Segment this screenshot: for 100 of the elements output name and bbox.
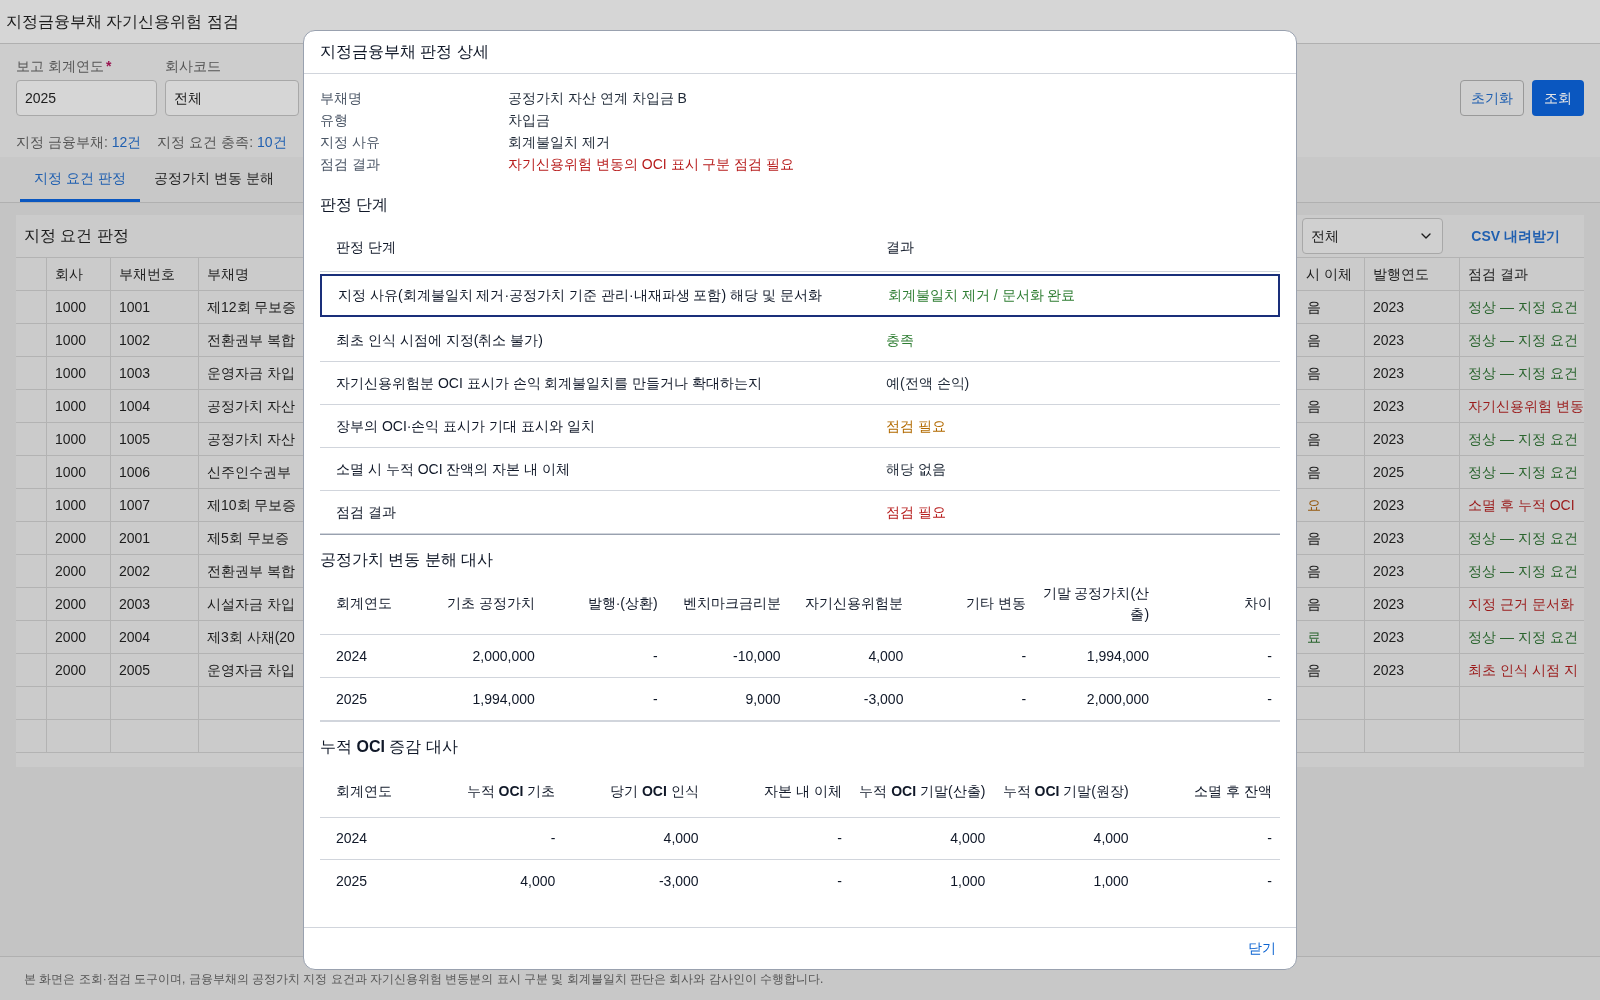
table-cell: -3,000 [658, 872, 699, 889]
table-cell-text: 2023 [1373, 528, 1405, 548]
table-cell: 2024 [336, 647, 368, 664]
table-cell-text: 음 [1307, 660, 1321, 680]
year-input[interactable]: 2025 [16, 80, 157, 116]
table-cell: - [1267, 690, 1272, 707]
table-cell-text: 1003 [119, 363, 151, 383]
table-cell: 2025 [336, 690, 368, 707]
table-cell-text: 1006 [119, 462, 151, 482]
step-row[interactable]: 최초 인식 시점에 지정(취소 불가) 충족 [320, 319, 1280, 362]
table-cell-text: 2023 [1373, 396, 1405, 416]
step-text: 점검 결과 [336, 502, 397, 522]
column-header: 결과 [886, 238, 915, 257]
table-cell: - [1267, 647, 1272, 664]
table-cell-text: 2025 [1373, 462, 1405, 482]
table-cell-text: 2023 [1373, 363, 1405, 383]
filter-select[interactable]: 전체 [1302, 218, 1444, 254]
section-title: 누적 OCI 증감 대사 [320, 737, 458, 757]
table-cell-text: 2023 [1373, 627, 1405, 647]
column-header: 회계연도 [336, 783, 392, 799]
table-cell-text: 1000 [55, 429, 87, 449]
table-cell: 4,000 [950, 830, 986, 846]
table-cell-text: 정상 — 지정 요건 [1468, 363, 1578, 383]
table-cell: -10,000 [733, 647, 781, 664]
table-cell-text: 공정가치 자산 [207, 429, 295, 449]
table-cell-text: 제10회 무보증 [207, 495, 297, 515]
column-header: 누적 OCI 기말(원장) [1002, 783, 1129, 799]
table-cell: - [550, 830, 556, 846]
table-cell-text: 소멸 후 누적 OCI [1468, 495, 1575, 515]
table-cell: - [653, 647, 658, 664]
table-cell-text: 2000 [55, 561, 87, 581]
column-header: 소멸 후 잔액 [1194, 783, 1272, 799]
table-cell-text: 음 [1307, 594, 1321, 614]
table-cell-text: 요 [1307, 495, 1321, 515]
table-cell-text: 운영자금 차입 [207, 363, 295, 383]
table-cell-text: 음 [1307, 330, 1321, 350]
table-cell-text: 1001 [119, 297, 151, 317]
table-cell-text: 2023 [1373, 330, 1405, 350]
step-row[interactable]: 점검 결과 점검 필요 [320, 491, 1280, 534]
column-header: 점검 결과 [1468, 264, 1528, 284]
close-button[interactable]: 닫기 [1244, 938, 1280, 959]
table-cell-text: 2000 [55, 528, 87, 548]
step-row[interactable]: 자기신용위험분 OCI 표시가 손익 회계불일치를 만들거나 확대하는지 예(전액 손익) [320, 362, 1280, 405]
table-cell-text: 제3회 사채(20 [207, 627, 295, 647]
field-label: 부채명 [320, 89, 363, 108]
column-header: 시 이체 [1306, 264, 1352, 284]
required-mark: * [105, 57, 112, 76]
step-result: 예(전액 손익) [886, 373, 971, 393]
table-cell-text: 2023 [1373, 561, 1405, 581]
table-cell-text: 2000 [55, 627, 87, 647]
table-cell-text: 2002 [119, 561, 151, 581]
table-cell-text: 정상 — 지정 요건 [1468, 462, 1578, 482]
table-cell-text: 운영자금 차입 [207, 660, 295, 680]
table-cell: 1,994,000 [1086, 647, 1150, 664]
step-row[interactable]: 소멸 시 누적 OCI 잔액의 자본 내 이체 해당 없음 [320, 448, 1280, 491]
table-cell-text: 최초 인식 시점 지 [1468, 660, 1578, 680]
company-select[interactable]: 전체 [165, 80, 299, 116]
table-cell: 2,000,000 [1086, 690, 1150, 707]
table-cell-text: 1007 [119, 495, 151, 515]
field-label: 지정 사유 [320, 133, 381, 152]
table-cell-text: 2000 [55, 660, 87, 680]
summary-label: 지정 금융부채: [16, 133, 108, 152]
table-cell-text: 음 [1307, 363, 1321, 383]
column-header: 기타 변동 [966, 595, 1027, 611]
field-label: 점검 결과 [320, 155, 381, 174]
table-cell-text: 2004 [119, 627, 151, 647]
table-cell-text: 정상 — 지정 요건 [1468, 297, 1578, 317]
table-cell-text: 정상 — 지정 요건 [1468, 330, 1578, 350]
table-cell-text: 음 [1307, 528, 1321, 548]
table-cell-text: 음 [1307, 429, 1321, 449]
tab[interactable]: 공정가치 변동 분해 [139, 157, 288, 202]
table-cell: - [837, 872, 842, 889]
table-cell: 4,000 [868, 647, 904, 664]
tab[interactable]: 지정 요건 판정 [20, 157, 140, 202]
table-cell-text: 1000 [55, 462, 87, 482]
table-cell: 1,000 [950, 872, 986, 889]
column-header: 회사 [55, 264, 83, 284]
table-cell: 9,000 [745, 690, 781, 707]
column-header: 차이 [1244, 595, 1272, 611]
step-text: 최초 인식 시점에 지정(취소 불가) [336, 330, 544, 350]
column-header: 당기 OCI 인식 [610, 783, 699, 799]
column-header: 기초 공정가치 [446, 595, 535, 611]
search-button[interactable]: 조회 [1532, 80, 1584, 116]
step-text: 장부의 OCI·손익 표시가 기대 표시와 일치 [336, 416, 596, 436]
table-cell-text: 시설자금 차입 [207, 594, 295, 614]
column-header: 발행·(상환) [587, 595, 658, 611]
csv-download-button[interactable]: CSV 내려받기 [1455, 218, 1576, 254]
table-cell-text: 1005 [119, 429, 151, 449]
table-cell-text: 2005 [119, 660, 151, 680]
table-cell-text: 1000 [55, 363, 87, 383]
reset-button[interactable]: 초기화 [1460, 80, 1524, 116]
step-row[interactable]: 지정 사유(회계불일치 제거·공정가치 기준 관리·내재파생 포함) 해당 및 문서화 회계불일치 제거 / 문서화 완료 [320, 274, 1280, 317]
section-title: 공정가치 변동 분해 대사 [320, 550, 494, 570]
table-cell-text: 음 [1307, 297, 1321, 317]
step-row[interactable]: 장부의 OCI·손익 표시가 기대 표시와 일치 점검 필요 [320, 405, 1280, 448]
step-text: 소멸 시 누적 OCI 잔액의 자본 내 이체 [336, 459, 572, 479]
table-cell-text: 자기신용위험 변동 [1468, 396, 1584, 416]
table-cell-text: 1004 [119, 396, 151, 416]
table-cell-text: 전환권부 복합 [207, 330, 295, 350]
field-value: 공정가치 자산 연계 차입금 B [508, 89, 688, 108]
